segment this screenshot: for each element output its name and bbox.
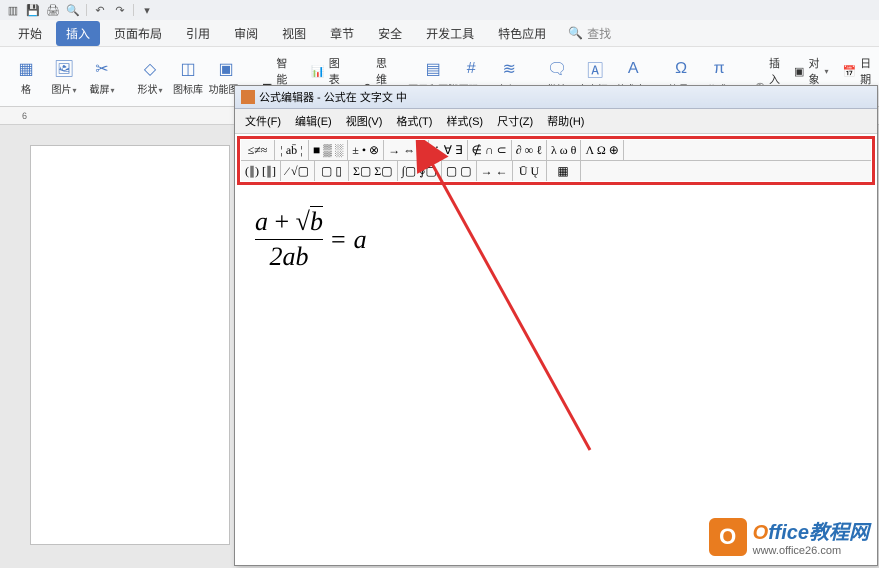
eq-tool-brackets[interactable]: (∥) [∥] [241,161,281,181]
object-icon: ▣ [794,65,804,78]
document-page[interactable] [30,145,230,545]
eq-tool-spaces[interactable]: ■ ▒ ░ [309,140,348,160]
tab-dev[interactable]: 开发工具 [416,21,484,46]
date-button[interactable]: 📅日期 [836,53,877,89]
shape-button[interactable]: ◇ 形状▾ [132,53,168,102]
tab-references[interactable]: 引用 [176,21,220,46]
eq-tool-greek-upper[interactable]: Λ Ω ⊕ [581,140,623,160]
picture-icon: 🖼 [54,59,74,79]
eq-tool-relations[interactable]: ≤≠≈ [241,140,275,160]
eq-tool-logic[interactable]: ∴ ∀ ∃ [429,140,467,160]
redo-icon[interactable]: ↷ [113,3,127,17]
headerfooter-icon: ▤ [423,59,443,79]
eq-menu-help[interactable]: 帮助(H) [541,111,590,131]
table-button[interactable]: ▦ 格 [8,53,44,102]
screenshot-button[interactable]: ✂ 截屏▾ [84,53,120,102]
eq-tool-accents[interactable]: ¦ ab̄ ¦ [275,140,309,160]
preview-icon[interactable]: 🔍 [66,3,80,17]
eq-menu-format[interactable]: 格式(T) [390,111,438,131]
tab-review[interactable]: 审阅 [224,21,268,46]
tab-view[interactable]: 视图 [272,21,316,46]
eq-tool-set[interactable]: ∉ ∩ ⊂ [468,140,512,160]
tab-section[interactable]: 章节 [320,21,364,46]
tab-special[interactable]: 特色应用 [488,21,556,46]
screenshot-icon: ✂ [92,59,112,79]
equation-editor-menu: 文件(F) 编辑(E) 视图(V) 格式(T) 样式(S) 尺寸(Z) 帮助(H… [235,109,877,134]
formula-display: a + √b 2ab = a [255,207,367,272]
separator [133,4,134,16]
eq-menu-edit[interactable]: 编辑(E) [289,111,338,131]
undo-icon[interactable]: ↶ [93,3,107,17]
eq-menu-size[interactable]: 尺寸(Z) [491,111,539,131]
equation-toolbar-row1: ≤≠≈ ¦ ab̄ ¦ ■ ▒ ░ ± • ⊗ → ⇔ ↓ ∴ ∀ ∃ ∉ ∩ … [241,140,871,161]
equation-editor-icon [241,90,255,104]
eq-tool-misc[interactable]: ∂ ∞ ℓ [512,140,547,160]
tab-insert[interactable]: 插入 [56,21,100,46]
textbox-icon: 🄰 [585,59,605,79]
picture-button[interactable]: 🖼 图片▾ [46,53,82,102]
equation-editor-title: 公式编辑器 - 公式在 文字文 中 [259,89,407,105]
eq-tool-operators[interactable]: ± • ⊗ [348,140,384,160]
dropdown-icon[interactable]: ▾ [140,3,154,17]
date-icon: 📅 [842,65,856,78]
eq-menu-view[interactable]: 视图(V) [340,111,389,131]
eq-tool-subsup[interactable]: ▢ ▯ [315,161,349,181]
eq-tool-underover[interactable]: ▢ ▢ [442,161,477,181]
equation-editor-titlebar[interactable]: 公式编辑器 - 公式在 文字文 中 [235,86,877,109]
eq-tool-products[interactable]: Ū Ų [513,161,547,181]
print-icon[interactable]: 🖨 [46,3,60,17]
app-icon[interactable]: ▥ [6,3,20,17]
feature-icon: ▣ [216,59,236,79]
object-button[interactable]: ▣对象▾ [788,53,834,89]
menu-tabs: 开始 插入 页面布局 引用 审阅 视图 章节 安全 开发工具 特色应用 🔍 查找 [0,20,879,46]
chart-button[interactable]: 📊图表 [305,53,355,89]
iconlib-icon: ◫ [178,59,198,79]
search-box[interactable]: 🔍 查找 [568,25,611,42]
equation-canvas[interactable]: a + √b 2ab = a [235,187,877,292]
eq-menu-file[interactable]: 文件(F) [239,111,287,131]
equation-toolbar-row2: (∥) [∥] ⁄ √▢ ▢ ▯ Σ▢ Σ▢ ∫▢ ∮▢ ▢ ▢ → ← Ū Ų… [241,161,871,181]
eq-tool-labeled-arrows[interactable]: → ← [477,161,513,181]
chart-icon: 📊 [311,65,325,78]
separator [86,4,87,16]
eq-tool-fraction-root[interactable]: ⁄ √▢ [281,161,315,181]
eq-tool-sum[interactable]: Σ▢ Σ▢ [349,161,398,181]
search-icon: 🔍 [568,26,583,40]
symbol-icon: Ω [671,59,691,79]
search-label: 查找 [587,25,611,42]
watermark-url: www.office26.com [753,545,869,557]
pagenum-icon: # [461,59,481,79]
quick-access-toolbar: ▥ 💾 🖨 🔍 ↶ ↷ ▾ [0,0,879,20]
table-icon: ▦ [16,59,36,79]
watermark-icon: ≋ [499,59,519,79]
eq-tool-integral[interactable]: ∫▢ ∮▢ [398,161,442,181]
comment-icon: 🗨 [547,59,567,79]
shape-icon: ◇ [140,59,160,79]
eq-tool-greek-lower[interactable]: λ ω θ [547,140,581,160]
tab-layout[interactable]: 页面布局 [104,21,172,46]
watermark-title: Office教程网 [753,516,869,545]
wordart-icon: A [623,59,643,79]
watermark: O Office教程网 www.office26.com [709,516,869,557]
equation-editor-window: 公式编辑器 - 公式在 文字文 中 文件(F) 编辑(E) 视图(V) 格式(T… [234,85,878,566]
equation-toolbar-highlight: ≤≠≈ ¦ ab̄ ¦ ■ ▒ ░ ± • ⊗ → ⇔ ↓ ∴ ∀ ∃ ∉ ∩ … [237,136,875,185]
eq-menu-style[interactable]: 样式(S) [440,111,489,131]
save-icon[interactable]: 💾 [26,3,40,17]
formula-icon: π [709,59,729,79]
tab-security[interactable]: 安全 [368,21,412,46]
watermark-icon: O [709,518,747,556]
iconlib-button[interactable]: ◫ 图标库 [170,53,206,102]
eq-tool-matrix[interactable]: ▦ [547,161,581,181]
tab-start[interactable]: 开始 [8,21,52,46]
eq-tool-arrows[interactable]: → ⇔ ↓ [384,140,429,160]
